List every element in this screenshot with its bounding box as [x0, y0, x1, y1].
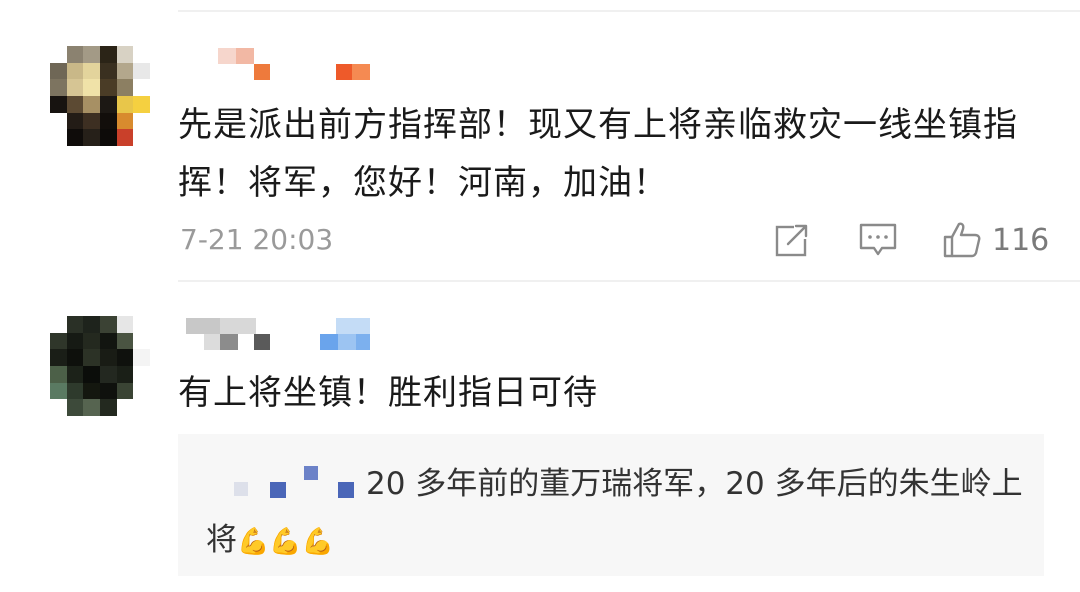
like-button[interactable]: 116: [942, 220, 1049, 260]
avatar[interactable]: [50, 46, 150, 146]
thumbs-up-icon: [942, 221, 982, 259]
reply-preview[interactable]: 20 多年前的董万瑞将军，20 多年后的朱生岭上将💪💪💪: [178, 434, 1044, 576]
username[interactable]: [186, 316, 376, 356]
reply-text: 20 多年前的董万瑞将军，20 多年后的朱生岭上将💪💪💪: [206, 456, 1026, 570]
share-icon: [774, 222, 810, 258]
like-count: 116: [992, 222, 1050, 258]
comment-timestamp: 7-21 20:03: [180, 223, 334, 256]
share-button[interactable]: [774, 220, 810, 260]
username[interactable]: [218, 46, 378, 86]
comment-feed: 先是派出前方指挥部！现又有上将亲临救灾一线坐镇指挥！将军，您好！河南，加油！ 7…: [0, 0, 1080, 592]
comment-text: 先是派出前方指挥部！现又有上将亲临救灾一线坐镇指挥！将军，您好！河南，加油！: [178, 105, 1018, 203]
reply-button[interactable]: [858, 220, 898, 260]
comment-icon: [858, 221, 898, 259]
flexed-biceps-icon: 💪💪💪: [237, 527, 335, 557]
comment-text: 有上将坐镇！胜利指日可待: [178, 373, 598, 413]
comment-divider: [178, 280, 1080, 282]
top-divider: [178, 10, 1080, 12]
avatar[interactable]: [50, 316, 150, 416]
